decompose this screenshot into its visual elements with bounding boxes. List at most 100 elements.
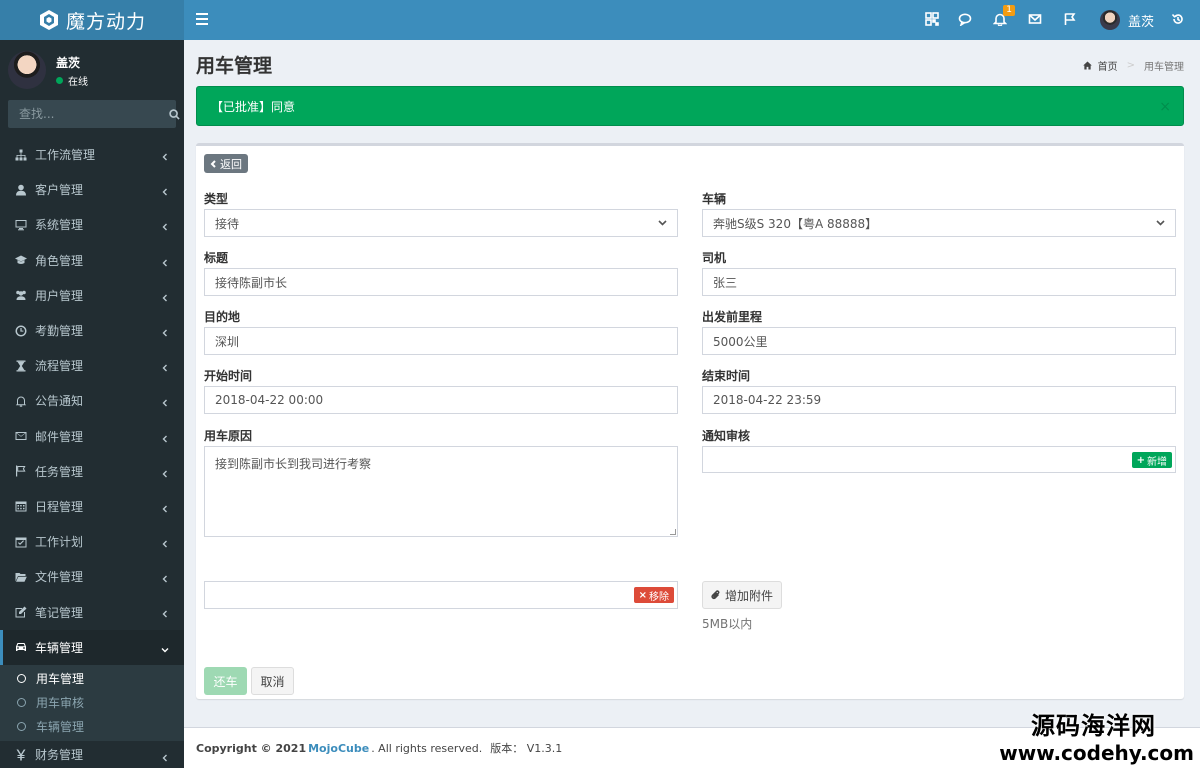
cancel-label: 取消 bbox=[260, 674, 285, 689]
sidebar-item-label: 考勤管理 bbox=[35, 324, 84, 339]
status-text: 在线 bbox=[68, 77, 88, 88]
car-icon bbox=[14, 641, 27, 654]
resize-handle-icon[interactable] bbox=[670, 529, 676, 535]
flag-icon[interactable] bbox=[1062, 11, 1078, 27]
envelope-icon[interactable] bbox=[1027, 11, 1043, 27]
type-select[interactable]: 接待 bbox=[204, 209, 678, 237]
qrcode-icon[interactable] bbox=[924, 11, 940, 27]
destination-value: 深圳 bbox=[215, 334, 240, 349]
sidebar-item-process[interactable]: 流程管理 bbox=[0, 348, 184, 383]
end-time-input[interactable]: 2018-04-22 23:59 bbox=[702, 386, 1176, 414]
car-use-form: 返回 类型 接待 车辆 奔驰S级S 320【粤A 88888】 标题 接待陈副市… bbox=[196, 143, 1184, 699]
sidebar-item-label: 公告通知 bbox=[35, 394, 84, 409]
type-value: 接待 bbox=[215, 216, 240, 231]
brand-logo[interactable]: 魔方动力 bbox=[0, 0, 184, 40]
chevron-left-icon bbox=[161, 751, 169, 762]
notifications-bell-icon[interactable]: 1 bbox=[992, 5, 1015, 27]
sidebar-item-vehicles[interactable]: 车辆管理 bbox=[0, 629, 184, 665]
sidebar-item-label: 用户管理 bbox=[35, 288, 84, 303]
close-icon[interactable]: × bbox=[1159, 99, 1171, 115]
submenu-item-car-use[interactable]: 用车管理 bbox=[0, 667, 184, 691]
user-menu[interactable]: 盖茨 bbox=[1100, 10, 1154, 30]
driver-value: 张三 bbox=[713, 275, 738, 290]
sidebar-item-customers[interactable]: 客户管理 bbox=[0, 172, 184, 207]
chevron-left-icon bbox=[161, 502, 169, 513]
submenu-item-label: 用车审核 bbox=[36, 696, 85, 711]
chevron-left-icon bbox=[161, 326, 169, 337]
notification-count-badge: 1 bbox=[1003, 5, 1015, 16]
add-attachment-button[interactable]: 增加附件 bbox=[702, 581, 783, 609]
chevron-left-icon bbox=[161, 467, 169, 478]
notify-label: 通知审核 bbox=[702, 429, 751, 443]
return-label: 还车 bbox=[213, 674, 238, 689]
paperclip-icon bbox=[711, 589, 720, 599]
cube-logo-icon bbox=[40, 10, 58, 30]
vehicle-select[interactable]: 奔驰S级S 320【粤A 88888】 bbox=[702, 209, 1176, 237]
attachment-field[interactable]: × 移除 bbox=[204, 581, 678, 609]
brand-name: 魔方动力 bbox=[66, 10, 147, 33]
submenu-item-label: 用车管理 bbox=[36, 672, 85, 687]
cancel-button[interactable]: 取消 bbox=[251, 667, 294, 695]
chevron-left-icon bbox=[161, 291, 169, 302]
sidebar-item-finance[interactable]: 财务管理 bbox=[0, 741, 184, 768]
sidebar-item-tasks[interactable]: 任务管理 bbox=[0, 454, 184, 489]
edit-icon bbox=[14, 606, 27, 619]
hamburger-menu-icon[interactable] bbox=[196, 13, 208, 25]
sidebar-item-work-plan[interactable]: 工作计划 bbox=[0, 524, 184, 559]
comments-icon[interactable] bbox=[957, 11, 973, 27]
start-time-input[interactable]: 2018-04-22 00:00 bbox=[204, 386, 678, 414]
subject-input[interactable]: 接待陈副市长 bbox=[204, 268, 678, 296]
destination-input[interactable]: 深圳 bbox=[204, 327, 678, 355]
hourglass-icon bbox=[14, 359, 27, 372]
sidebar-item-files[interactable]: 文件管理 bbox=[0, 559, 184, 594]
return-car-button[interactable]: 还车 bbox=[204, 667, 247, 695]
vehicle-value: 奔驰S级S 320【粤A 88888】 bbox=[713, 216, 878, 231]
breadcrumb-home-link[interactable]: 首页 bbox=[1098, 58, 1118, 73]
reason-textarea[interactable]: 接到陈副市长到我司进行考察 bbox=[204, 446, 678, 537]
odometer-input[interactable]: 5000公里 bbox=[702, 327, 1176, 355]
clock-icon bbox=[14, 324, 27, 337]
type-label: 类型 bbox=[204, 192, 229, 206]
sidebar: 盖茨 在线 工作流管理 客户管理 系统管理 角色管理 bbox=[0, 40, 184, 768]
times-icon: × bbox=[638, 589, 647, 601]
plus-icon: + bbox=[1136, 454, 1145, 466]
chevron-left-icon bbox=[161, 396, 169, 407]
search-input[interactable] bbox=[8, 100, 169, 128]
sidebar-item-attendance[interactable]: 考勤管理 bbox=[0, 313, 184, 348]
sidebar-item-notes[interactable]: 笔记管理 bbox=[0, 594, 184, 629]
back-button[interactable]: 返回 bbox=[204, 154, 248, 173]
chevron-left-icon bbox=[161, 432, 169, 442]
history-icon[interactable] bbox=[1170, 11, 1186, 27]
sidebar-item-system[interactable]: 系统管理 bbox=[0, 207, 184, 242]
circle-icon bbox=[17, 722, 26, 732]
add-reviewer-button[interactable]: + 新增 bbox=[1131, 452, 1172, 468]
sidebar-item-roles[interactable]: 角色管理 bbox=[0, 243, 184, 278]
odometer-label: 出发前里程 bbox=[702, 310, 763, 324]
driver-label: 司机 bbox=[702, 251, 727, 265]
destination-label: 目的地 bbox=[204, 310, 241, 324]
brand-link[interactable]: MojoCube bbox=[308, 742, 369, 755]
bell-icon bbox=[14, 394, 27, 407]
chevron-down-icon bbox=[1156, 220, 1165, 226]
odometer-value: 5000公里 bbox=[713, 334, 768, 349]
sidebar-item-workflow[interactable]: 工作流管理 bbox=[0, 137, 184, 172]
submenu-item-car-review[interactable]: 用车审核 bbox=[0, 691, 184, 715]
sidebar-item-users[interactable]: 用户管理 bbox=[0, 278, 184, 313]
submenu-item-vehicle-admin[interactable]: 车辆管理 bbox=[0, 715, 184, 739]
remove-attachment-button[interactable]: × 移除 bbox=[633, 587, 674, 603]
sidebar-item-announcements[interactable]: 公告通知 bbox=[0, 383, 184, 418]
sidebar-item-label: 工作流管理 bbox=[35, 148, 96, 163]
sidebar-item-label: 财务管理 bbox=[35, 748, 84, 763]
graduation-cap-icon bbox=[14, 254, 27, 267]
user-icon bbox=[14, 183, 27, 196]
notify-reviewers-field[interactable]: + 新增 bbox=[702, 446, 1176, 473]
submenu-item-label: 车辆管理 bbox=[36, 720, 85, 735]
watermark-url: www.codehy.com bbox=[999, 741, 1194, 765]
watermark-title: 源码海洋网 bbox=[1031, 712, 1156, 740]
sidebar-item-mail[interactable]: 邮件管理 bbox=[0, 419, 184, 454]
yen-icon bbox=[14, 748, 27, 761]
chevron-left-icon bbox=[161, 361, 169, 372]
search-icon[interactable] bbox=[169, 100, 180, 128]
driver-input[interactable]: 张三 bbox=[702, 268, 1176, 296]
sidebar-item-schedule[interactable]: 日程管理 bbox=[0, 489, 184, 524]
